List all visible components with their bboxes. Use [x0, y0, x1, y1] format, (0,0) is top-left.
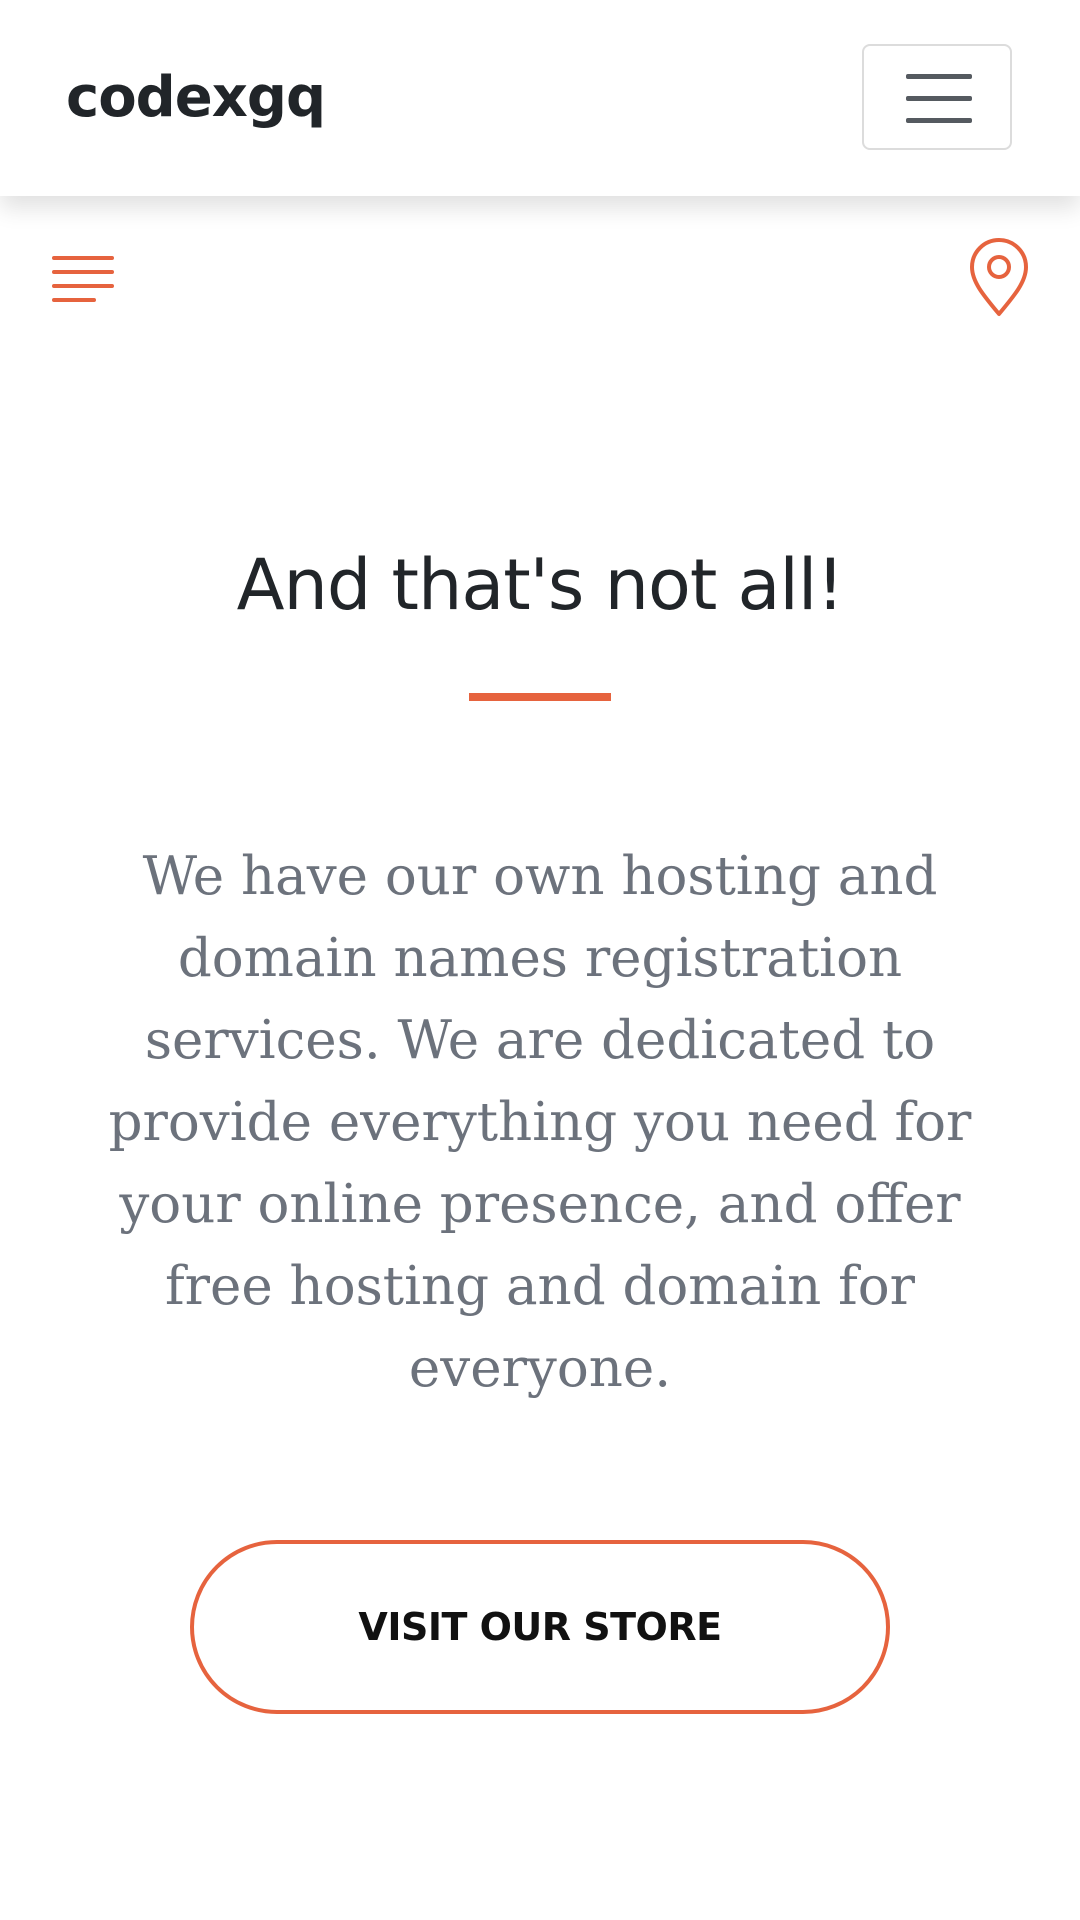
brand-logo-text[interactable]: codexgq [66, 58, 326, 138]
heading-divider [469, 693, 611, 701]
section-heading: And that's not all! [236, 544, 845, 626]
menu-toggle-button[interactable] [862, 44, 1012, 150]
section-description: We have our own hosting and domain names… [108, 846, 972, 1399]
align-lines-icon[interactable] [52, 254, 114, 306]
hamburger-icon-line [906, 118, 972, 123]
hamburger-icon-line [906, 74, 972, 79]
icon-bar [0, 196, 1080, 336]
map-pin-icon[interactable] [968, 238, 1030, 318]
visit-store-button[interactable]: VISIT OUR STORE [190, 1540, 890, 1714]
top-navbar: codexgq [0, 0, 1080, 196]
hamburger-icon-line [906, 96, 972, 101]
